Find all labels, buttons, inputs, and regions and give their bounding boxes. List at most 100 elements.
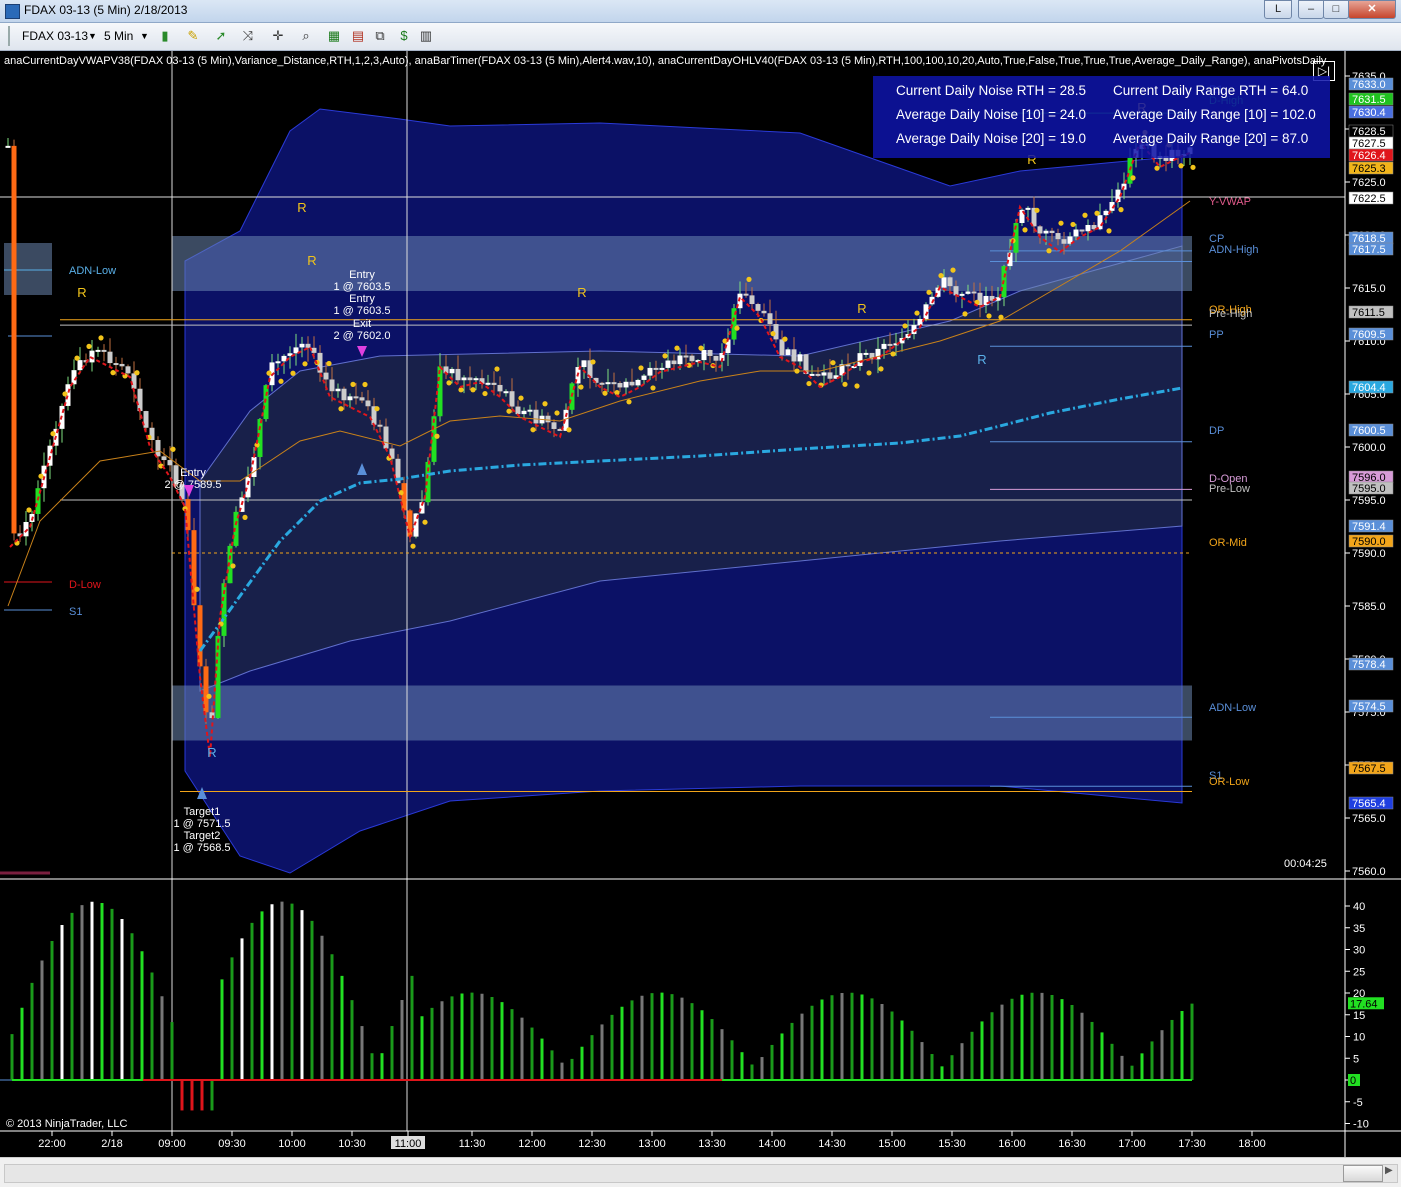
- trail-dot: [26, 507, 32, 513]
- trade-annotation: 2 @ 7602.0: [333, 330, 390, 342]
- trail-dot: [566, 427, 572, 433]
- trail-dot: [518, 395, 524, 401]
- trail-dot: [698, 345, 704, 351]
- trail-dot: [422, 519, 428, 525]
- trail-dot: [770, 331, 776, 337]
- trail-dot: [1058, 220, 1064, 226]
- trail-dot: [470, 387, 476, 393]
- interval-selector[interactable]: 5 Min: [104, 27, 133, 45]
- trade-annotation: 1 @ 7603.5: [333, 281, 390, 293]
- time-tick-label: 10:30: [338, 1138, 366, 1150]
- candle-body: [131, 373, 137, 389]
- trail-dot: [194, 586, 200, 592]
- scroll-thumb[interactable]: [1343, 1165, 1383, 1182]
- level-label: Pre-High: [1209, 308, 1252, 320]
- candle-body: [605, 382, 611, 385]
- chart-canvas[interactable]: R1D-HighY-VWAPCPADN-HighOR-HighPre-HighP…: [0, 51, 1401, 1157]
- trail-dot: [242, 514, 248, 520]
- candle-body: [677, 355, 683, 365]
- trail-dot: [734, 325, 740, 331]
- level-label: PP: [1209, 329, 1224, 341]
- candle-body: [611, 382, 617, 385]
- candle-body: [137, 388, 143, 412]
- trail-dot: [494, 366, 500, 372]
- trail-dot: [170, 446, 176, 452]
- trade-annotation: Exit: [353, 318, 371, 330]
- time-tick-label: 16:30: [1058, 1138, 1086, 1150]
- title-bar: FDAX 03-13 (5 Min) 2/18/2013 L – □ ✕: [0, 0, 1401, 23]
- trail-dot: [350, 381, 356, 387]
- trail-dot: [50, 431, 56, 437]
- trade-annotation: Target2: [184, 830, 221, 842]
- trade-annotation: Target1: [184, 806, 221, 818]
- maximize-button[interactable]: □: [1323, 0, 1349, 19]
- trail-dot: [134, 370, 140, 376]
- horizontal-scrollbar[interactable]: ▶: [0, 1157, 1401, 1187]
- candle-body: [455, 368, 461, 381]
- trail-dot: [902, 323, 908, 329]
- layout-button[interactable]: L: [1264, 0, 1292, 19]
- current-range-text: Current Daily Range RTH = 64.0: [1113, 83, 1309, 98]
- trail-dot: [230, 563, 236, 569]
- price-tag-label: 7574.5: [1352, 701, 1386, 713]
- trail-dot: [326, 360, 332, 367]
- candle-body: [155, 440, 161, 457]
- pointer-icon[interactable]: ➚: [213, 28, 229, 44]
- candle-body: [815, 373, 821, 376]
- trail-dot: [110, 370, 116, 376]
- cursor-icon[interactable]: ⤨: [240, 28, 256, 44]
- close-button[interactable]: ✕: [1348, 0, 1396, 19]
- candle-body: [509, 391, 515, 407]
- avg-noise-10-text: Average Daily Noise [10] = 24.0: [896, 107, 1086, 122]
- avg-range-10-text: Average Daily Range [10] = 102.0: [1113, 107, 1316, 122]
- level-label: Pre-Low: [1209, 483, 1250, 495]
- candle-body: [647, 367, 653, 376]
- interval-dropdown-icon[interactable]: ▼: [140, 27, 149, 45]
- trail-dot: [1082, 212, 1088, 218]
- price-tick-label: 7595.0: [1352, 495, 1386, 507]
- properties-icon[interactable]: ▥: [418, 28, 434, 44]
- trail-dot: [458, 387, 464, 393]
- time-tick-label: 09:00: [158, 1138, 186, 1150]
- trail-dot: [74, 355, 80, 361]
- trade-annotation: 1 @ 7603.5: [333, 305, 390, 317]
- minimize-button[interactable]: –: [1298, 0, 1324, 19]
- candle-body: [761, 310, 767, 314]
- candle-body: [827, 372, 833, 379]
- candle-body: [377, 424, 383, 427]
- price-tag-label: 7627.5: [1352, 138, 1386, 150]
- trail-dot: [806, 380, 812, 387]
- trail-dot: [842, 381, 848, 387]
- trail-dot: [938, 273, 944, 279]
- candle-body: [785, 349, 791, 356]
- instrument-selector[interactable]: FDAX 03-13: [22, 27, 88, 45]
- instrument-dropdown-icon[interactable]: ▼: [88, 27, 97, 45]
- draw-tool-icon[interactable]: ✎: [185, 28, 201, 44]
- price-tick-label: 7625.0: [1352, 177, 1386, 189]
- candle-body: [251, 457, 257, 477]
- candle-body: [431, 416, 437, 462]
- candle-body: [305, 343, 311, 348]
- prev-adn-zone: [4, 243, 52, 295]
- candle-body: [887, 343, 893, 346]
- scroll-track[interactable]: [4, 1164, 1398, 1183]
- bar-style-icon[interactable]: ▮: [157, 28, 173, 44]
- candle-body: [965, 291, 971, 294]
- chart-panel[interactable]: R1D-HighY-VWAPCPADN-HighOR-HighPre-HighP…: [0, 51, 1401, 1157]
- candle-body: [77, 360, 83, 371]
- zoom-icon[interactable]: ⌕: [298, 28, 314, 44]
- price-tag-label: 7600.5: [1352, 425, 1386, 437]
- time-tick-label: 13:30: [698, 1138, 726, 1150]
- indicators-icon[interactable]: ▦: [326, 28, 342, 44]
- candle-body: [1103, 210, 1109, 216]
- price-tick-label: 7615.0: [1352, 283, 1386, 295]
- trail-dot: [830, 360, 836, 366]
- crosshair-icon[interactable]: ✛: [270, 28, 286, 44]
- dollar-icon[interactable]: $: [396, 28, 412, 44]
- adn-low-zone: [172, 685, 1192, 741]
- trail-dot: [854, 383, 860, 389]
- chart-style-icon[interactable]: ⧉: [372, 28, 388, 44]
- scroll-right-icon[interactable]: ▶: [1385, 1165, 1393, 1176]
- strategies-icon[interactable]: ▤: [350, 28, 366, 44]
- price-tag-label: 7595.0: [1352, 483, 1386, 495]
